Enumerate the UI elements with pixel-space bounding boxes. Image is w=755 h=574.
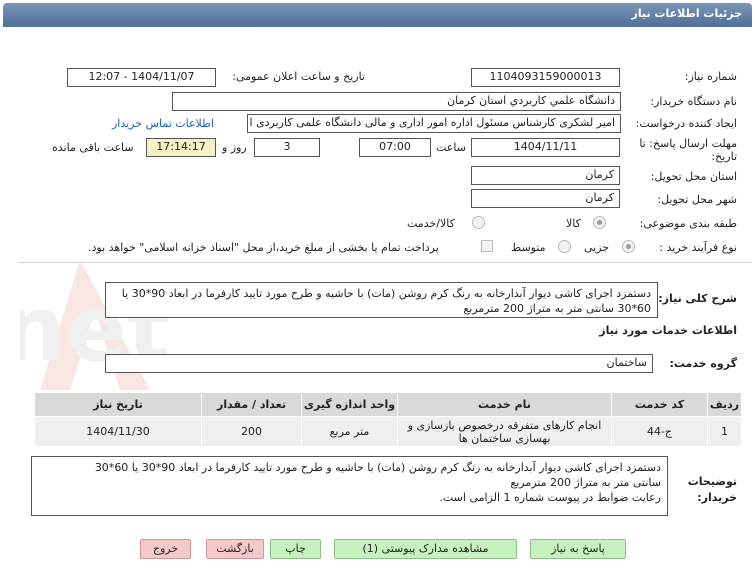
remaining-label: ساعت باقی مانده (52, 141, 134, 154)
treasury-note: پرداخت تمام یا بخشی از مبلغ خرید،از محل … (88, 241, 439, 254)
table-row: 1 ج-44 انجام کارهای متفرقه درخصوص بازساز… (34, 416, 742, 447)
col-quantity-header: تعداد / مقدار (201, 392, 302, 417)
buyer-notes-line1: دستمزد اجرای کاشی دیوار آبدارخانه به رنگ… (94, 461, 661, 474)
buyer-notes-line3: رعایت ضوابط در پیوست شماره 1 الزامی است. (439, 491, 661, 504)
city-field: کرمان (471, 189, 620, 208)
treasury-checkbox[interactable] (481, 240, 493, 252)
cell-row: 1 (707, 416, 742, 447)
creator-label: ایجاد کننده درخواست: (635, 117, 737, 130)
days-label: روز و (222, 141, 247, 154)
buyer-notes-label: توضیحات خریدار: (687, 475, 737, 504)
description-label: شرح کلی نیاز: (658, 292, 737, 305)
announce-label: تاریخ و ساعت اعلان عمومی: (232, 70, 365, 83)
services-section-title: اطلاعات خدمات مورد نیاز (599, 324, 737, 337)
page-title: جزئیات اطلاعات نیاز (631, 7, 743, 20)
buyer-notes-textarea[interactable]: دستمزد اجرای کاشی دیوار آبدارخانه به رنگ… (31, 456, 668, 516)
cell-quantity: 200 (201, 416, 302, 447)
page-header: جزئیات اطلاعات نیاز (3, 3, 752, 27)
buyer-org-field: دانشگاه علمي كاربردي استان كرمان (172, 92, 621, 111)
services-table: ردیف کد خدمت نام خدمت واحد اندازه گیری ت… (34, 392, 742, 447)
province-field: کرمان (471, 166, 620, 185)
col-name-header: نام خدمت (397, 392, 612, 417)
service-group-label: گروه خدمت: (669, 357, 737, 370)
col-unit-header: واحد اندازه گیری (301, 392, 398, 417)
process-medium-label: متوسط (511, 241, 546, 254)
back-button[interactable]: بازگشت (206, 539, 264, 559)
print-button[interactable]: چاپ (270, 539, 321, 559)
deadline-time-label: ساعت (436, 141, 466, 154)
col-row-header: ردیف (707, 392, 742, 417)
process-minor-radio[interactable] (622, 240, 635, 253)
deadline-label: مهلت ارسال پاسخ: تا تاریخ: (639, 137, 737, 163)
buyer-notes-line2: سانتی متر به متراژ 200 مترمربع (510, 476, 661, 489)
table-header-row: ردیف کد خدمت نام خدمت واحد اندازه گیری ت… (34, 392, 742, 417)
category-goods-service-label: کالا/خدمت (407, 217, 455, 230)
category-goods-service-radio[interactable] (472, 216, 485, 229)
category-goods-radio[interactable] (593, 216, 606, 229)
col-date-header: تاریخ نیاز (34, 392, 202, 417)
cell-code: ج-44 (611, 416, 708, 447)
category-goods-label: کالا (566, 217, 581, 230)
divider (18, 262, 752, 263)
service-group-field: ساختمان (105, 354, 653, 373)
category-label: طبقه بندی موضوعی: (639, 217, 737, 230)
deadline-time-field: 07:00 (359, 138, 431, 157)
exit-button[interactable]: خروج (140, 539, 191, 559)
cell-name: انجام کارهای متفرقه درخصوص بازسازی و بهس… (397, 416, 612, 447)
reply-button[interactable]: پاسخ به نیاز (530, 539, 626, 559)
need-number-field: 1104093159000013 (471, 68, 620, 87)
process-minor-label: جزیی (584, 241, 610, 254)
province-label: استان محل تحویل: (650, 170, 737, 183)
cell-date: 1404/11/30 (34, 416, 202, 447)
attachments-button[interactable]: مشاهده مدارک پیوستی (1) (334, 539, 517, 559)
cell-unit: متر مربع (301, 416, 398, 447)
deadline-date-field: 1404/11/11 (471, 138, 620, 157)
remaining-time-field: 17:14:17 (146, 138, 216, 157)
announce-date-field: 1404/11/07 - 12:07 (67, 68, 216, 87)
days-count-field: 3 (254, 138, 320, 157)
creator-field: امیر لشکری کارشناس مسئول اداره امور ادار… (247, 114, 621, 133)
description-textarea[interactable]: دستمزد اجرای کاشی دیوار آبدارخانه به رنگ… (105, 282, 658, 318)
col-code-header: کد خدمت (611, 392, 708, 417)
buyer-org-label: نام دستگاه خریدار: (650, 95, 737, 108)
contact-buyer-link[interactable]: اطلاعات تماس خریدار (112, 117, 214, 130)
city-label: شهر محل تحویل: (657, 193, 737, 206)
need-number-label: شماره نیاز: (684, 70, 737, 83)
process-label: نوع فرآیند خرید : (659, 241, 737, 254)
process-medium-radio[interactable] (558, 240, 571, 253)
